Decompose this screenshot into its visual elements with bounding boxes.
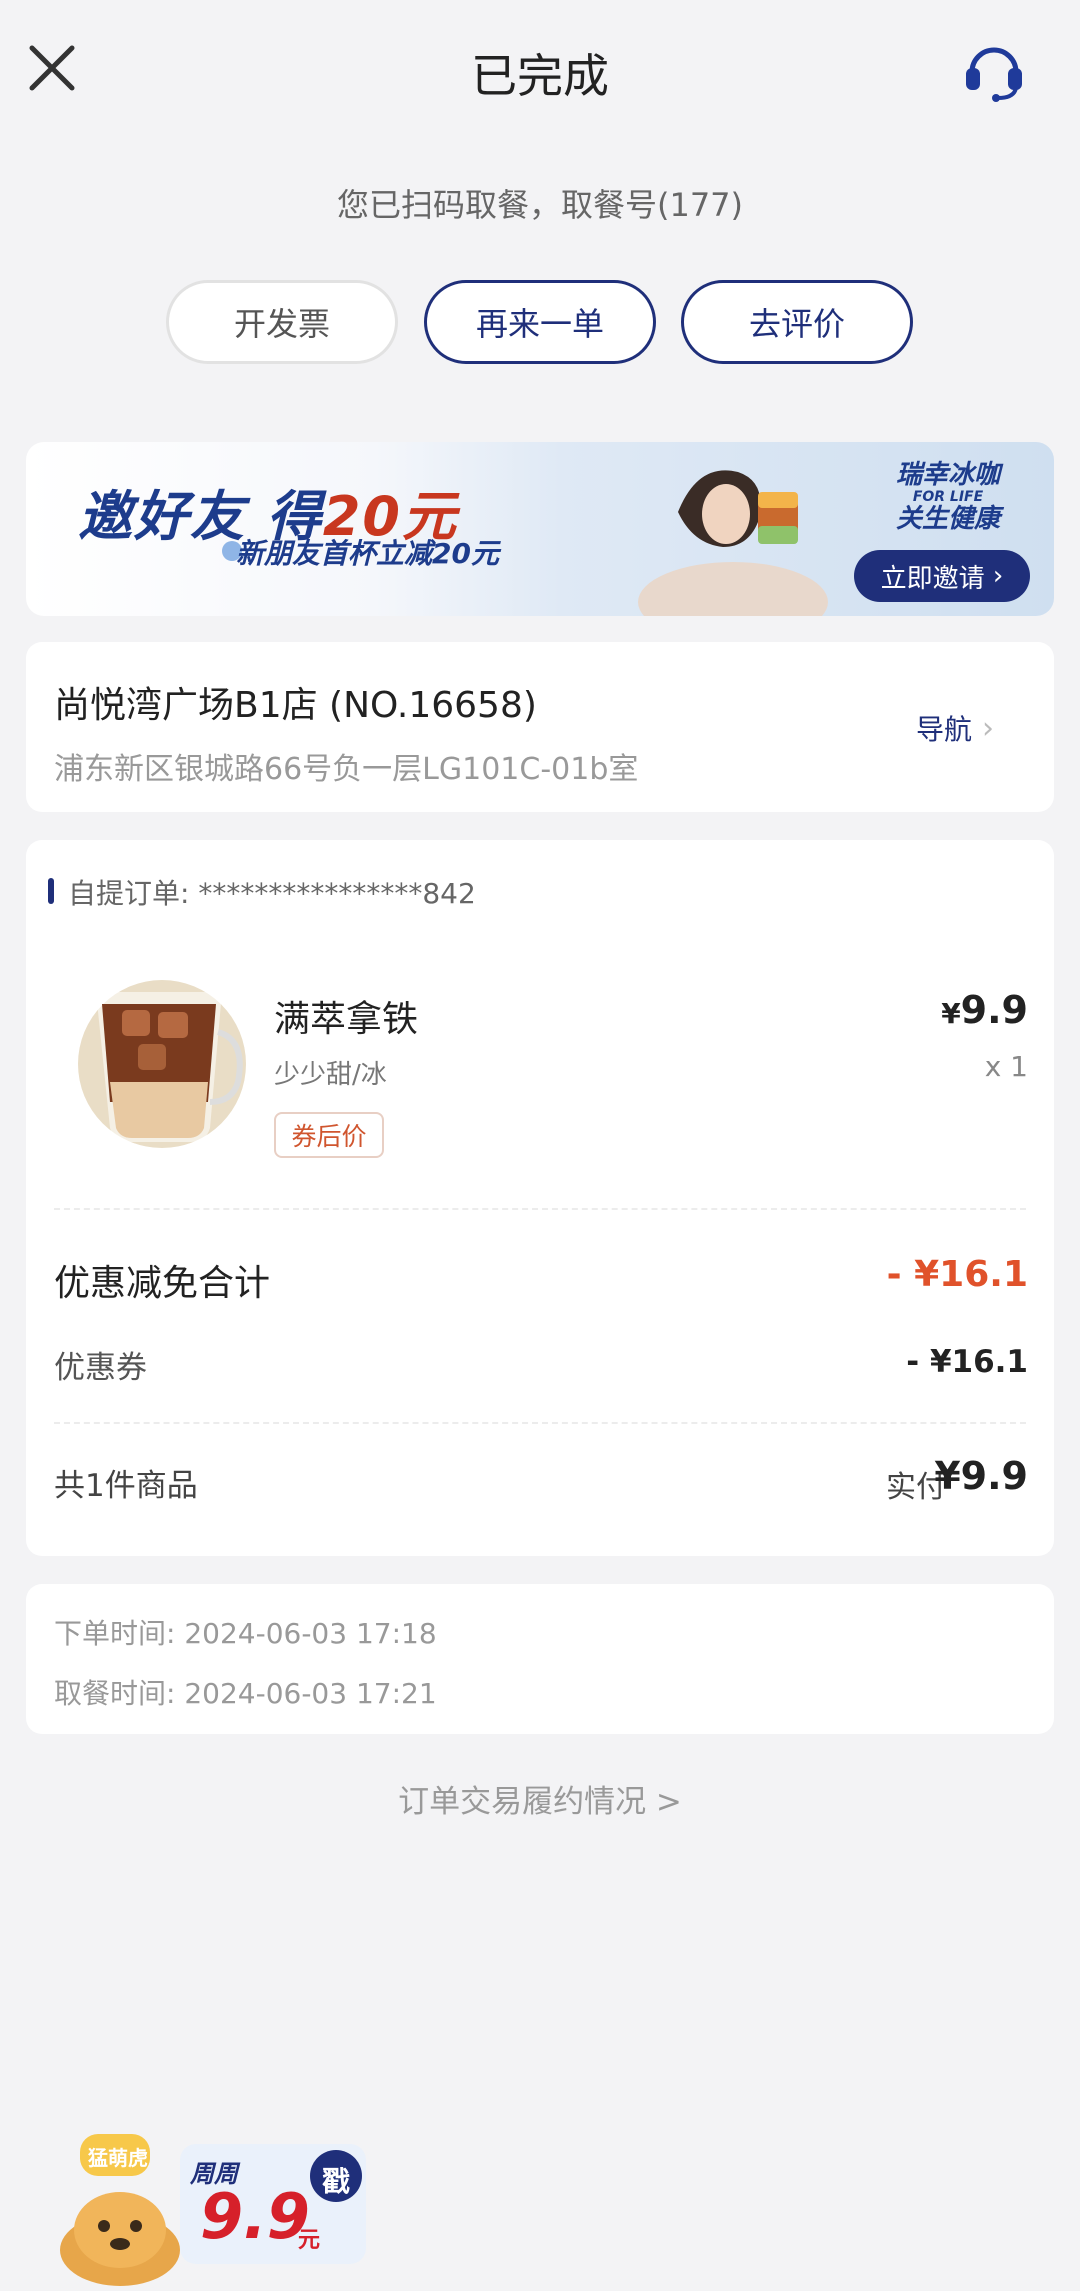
store-address: 浦东新区银城路66号负一层LG101C-01b室 (54, 752, 639, 787)
paid-amount: ¥9.9 (934, 1454, 1028, 1498)
discount-total-value: - ¥16.1 (886, 1254, 1028, 1295)
pickup-number-notice: 您已扫码取餐，取餐号(177) (336, 186, 744, 224)
reorder-button[interactable]: 再来一单 (424, 280, 656, 364)
header-bar: 已完成 (0, 0, 1080, 140)
coupon-label: 优惠券 (54, 1350, 147, 1386)
page-title: 已完成 (471, 49, 609, 103)
order-fulfilment-link[interactable]: 订单交易履约情况 > (0, 1776, 1080, 1821)
item-count-label: 共1件商品 (54, 1468, 198, 1504)
promo-unit: 元 (298, 2228, 321, 2253)
promo-price: 9.9 (200, 2180, 310, 2253)
order-id: 自提订单: ****************842 (68, 877, 476, 910)
order-time-card: 下单时间: 2024-06-03 17:18 取餐时间: 2024-06-03 … (26, 1584, 1054, 1734)
after-coupon-badge: 券后价 (274, 1112, 384, 1158)
product-quantity: x 1 (984, 1050, 1028, 1083)
product-image (70, 952, 250, 1152)
banner-model-image (638, 452, 828, 616)
product-price: ¥9.9 (941, 988, 1028, 1032)
banner-subtitle: 新朋友首杯立减20元 (236, 537, 499, 570)
customer-service-headset-icon[interactable] (958, 32, 1030, 104)
promo-tag: 猛萌虎 (88, 2146, 148, 2170)
order-time: 下单时间: 2024-06-03 17:18 (54, 1617, 437, 1650)
store-card: 尚悦湾广场B1店 (NO.16658) 浦东新区银城路66号负一层LG101C-… (26, 642, 1054, 812)
weekly-promo-float[interactable]: 猛萌虎 周周 9.9 元 戳 (30, 2110, 370, 2288)
product-name: 满萃拿铁 (274, 999, 419, 1040)
navigation-link[interactable]: 导航 › (916, 708, 994, 748)
order-card: 自提订单: ****************842 满萃拿铁 少少甜/冰 券后价… (26, 840, 1054, 1556)
coupon-value: - ¥16.1 (906, 1344, 1028, 1380)
invite-friend-banner[interactable]: 邀好友 得20元 新朋友首杯立减20元 瑞幸冰咖 FOR LIFE 关生健康 立… (26, 442, 1054, 616)
order-tag-marker (48, 878, 54, 904)
promo-stamp: 戳 (322, 2165, 351, 2198)
review-button[interactable]: 去评价 (681, 280, 913, 364)
divider (54, 1422, 1026, 1424)
invoice-button[interactable]: 开发票 (166, 280, 398, 364)
product-spec: 少少甜/冰 (274, 1060, 387, 1090)
chevron-right-icon: › (984, 561, 1004, 591)
banner-slogan: 瑞幸冰咖 FOR LIFE 关生健康 (896, 460, 1001, 534)
store-name: 尚悦湾广场B1店 (NO.16658) (54, 685, 537, 726)
discount-total-label: 优惠减免合计 (54, 1263, 271, 1304)
pickup-time: 取餐时间: 2024-06-03 17:21 (54, 1677, 437, 1710)
invite-now-button[interactable]: 立即邀请 › (854, 550, 1030, 602)
divider (54, 1208, 1026, 1210)
chevron-right-icon: › (982, 710, 995, 746)
